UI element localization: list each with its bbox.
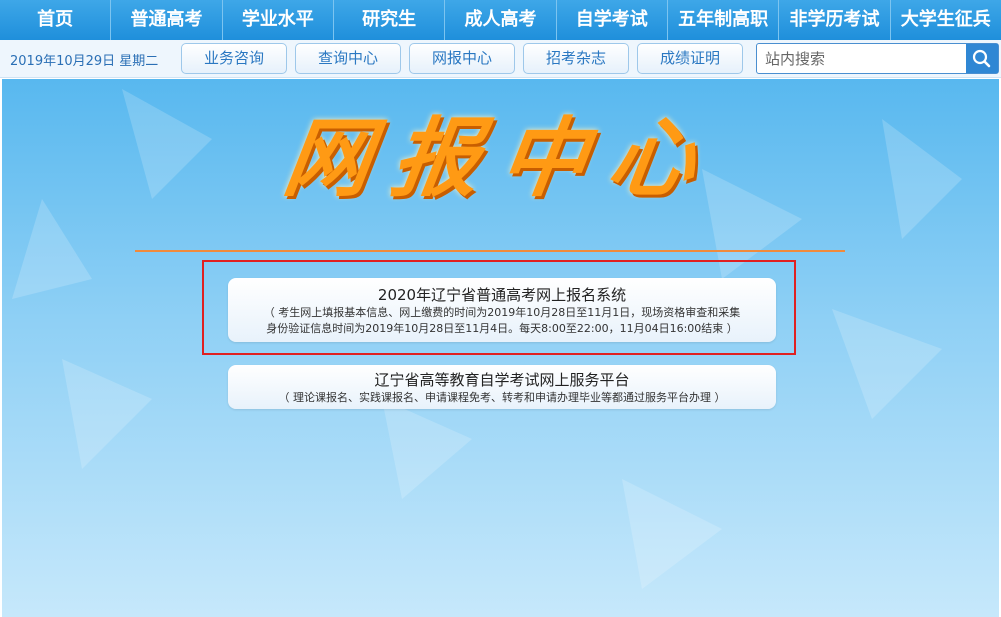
card-desc-line: （ 理论课报名、实践课报名、申请课程免考、转考和申请办理毕业等都通过服务平台办理… bbox=[278, 391, 726, 404]
nav-conscription[interactable]: 大学生征兵 bbox=[891, 0, 1001, 40]
sub-toolbar: 2019年10月29日 星期二 业务咨询 查询中心 网报中心 招考杂志 成绩证明 bbox=[0, 40, 1001, 78]
card-title: 辽宁省高等教育自学考试网上服务平台 bbox=[374, 371, 630, 389]
online-registration-button[interactable]: 网报中心 bbox=[409, 43, 515, 74]
top-navigation: 首页 普通高考 学业水平 研究生 成人高考 自学考试 五年制高职 非学历考试 大… bbox=[0, 0, 1001, 40]
consult-button[interactable]: 业务咨询 bbox=[181, 43, 287, 74]
nav-home[interactable]: 首页 bbox=[0, 0, 112, 40]
banner-title: 网报中心 bbox=[277, 109, 724, 209]
nav-vocational[interactable]: 五年制高职 bbox=[668, 0, 780, 40]
nav-graduate[interactable]: 研究生 bbox=[334, 0, 446, 40]
search-input[interactable] bbox=[765, 48, 960, 70]
search-icon bbox=[972, 49, 991, 68]
main-content: 网报中心 2020年辽宁省普通高考网上报名系统 （ 考生网上填报基本信息、网上缴… bbox=[2, 79, 999, 617]
search-button[interactable] bbox=[966, 44, 998, 73]
highlight-frame bbox=[202, 260, 796, 355]
magazine-button[interactable]: 招考杂志 bbox=[523, 43, 629, 74]
nav-self-study[interactable]: 自学考试 bbox=[557, 0, 668, 40]
current-date: 2019年10月29日 星期二 bbox=[10, 54, 159, 69]
nav-adult-exam[interactable]: 成人高考 bbox=[445, 0, 557, 40]
score-certificate-button[interactable]: 成绩证明 bbox=[637, 43, 743, 74]
nav-non-degree[interactable]: 非学历考试 bbox=[779, 0, 891, 40]
query-center-button[interactable]: 查询中心 bbox=[295, 43, 401, 74]
nav-gaokao[interactable]: 普通高考 bbox=[111, 0, 223, 40]
nav-xueye[interactable]: 学业水平 bbox=[223, 0, 334, 40]
self-study-platform-card[interactable]: 辽宁省高等教育自学考试网上服务平台 （ 理论课报名、实践课报名、申请课程免考、转… bbox=[228, 365, 776, 409]
banner: 网报中心 bbox=[2, 109, 999, 219]
search-box bbox=[756, 43, 999, 74]
orange-divider bbox=[135, 250, 845, 252]
